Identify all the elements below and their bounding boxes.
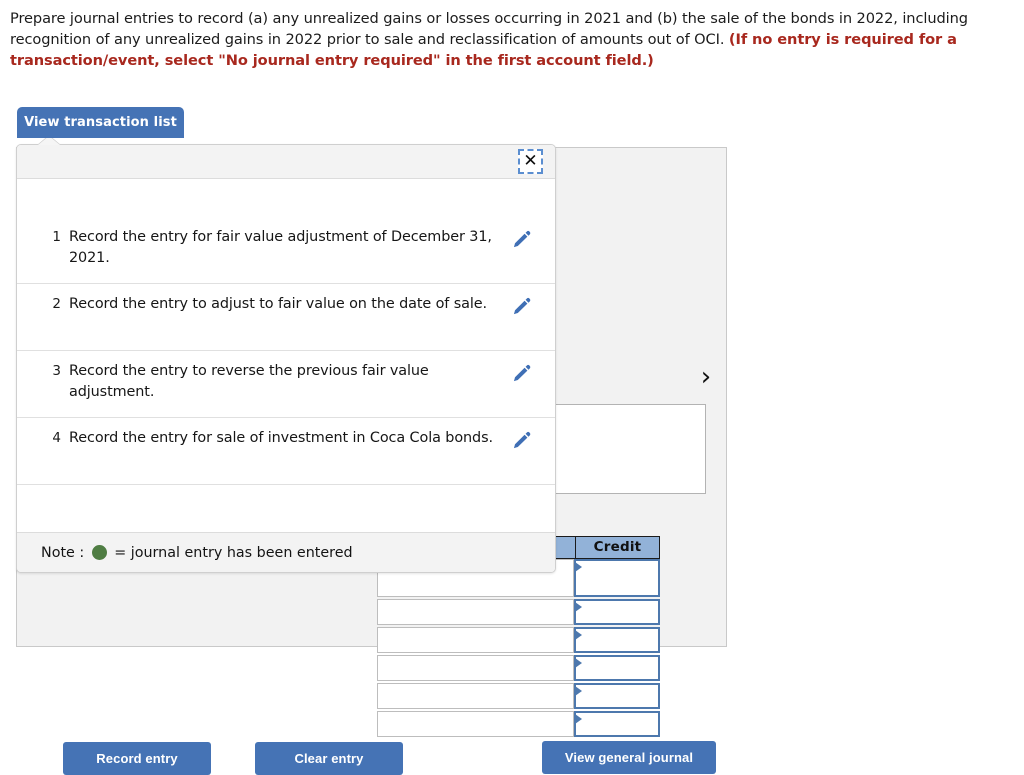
transaction-number: 1 — [52, 229, 61, 245]
transaction-number: 2 — [52, 296, 61, 312]
close-glyph: ✕ — [523, 151, 538, 171]
transaction-list-popup: ✕ 1 Record the entry for fair value adjus… — [16, 144, 556, 573]
tab-view-transaction-list[interactable]: View transaction list — [17, 107, 184, 138]
cell-marker-icon — [575, 714, 582, 724]
journal-cell-credit[interactable] — [574, 599, 660, 625]
transaction-description: Record the entry for fair value adjustme… — [69, 229, 492, 266]
journal-cell-account[interactable] — [377, 627, 574, 653]
journal-cell-credit[interactable] — [574, 627, 660, 653]
transaction-description: Record the entry to reverse the previous… — [69, 363, 429, 400]
table-row — [377, 599, 660, 625]
green-dot-icon — [92, 545, 108, 560]
pencil-icon[interactable] — [511, 295, 533, 317]
journal-cell-account[interactable] — [377, 599, 574, 625]
journal-cell-account[interactable] — [377, 683, 574, 709]
cell-marker-icon — [575, 686, 582, 696]
cell-marker-icon — [575, 602, 582, 612]
note-text: = journal entry has been entered — [114, 544, 353, 561]
transaction-list: 1 Record the entry for fair value adjustm… — [17, 217, 555, 485]
pencil-icon[interactable] — [511, 429, 533, 451]
popup-note: Note : = journal entry has been entered — [17, 532, 555, 572]
list-item[interactable]: 2 Record the entry to adjust to fair valu… — [17, 284, 555, 351]
cell-marker-icon — [575, 562, 582, 572]
clear-entry-button[interactable]: Clear entry — [255, 742, 403, 775]
list-item[interactable]: 3 Record the entry to reverse the previou… — [17, 351, 555, 418]
list-item[interactable]: 4 Record the entry for sale of investment… — [17, 418, 555, 485]
cell-marker-icon — [575, 630, 582, 640]
journal-cell-credit[interactable] — [574, 683, 660, 709]
pencil-icon[interactable] — [511, 362, 533, 384]
note-label: Note : — [41, 544, 85, 561]
table-row — [377, 711, 660, 737]
list-item[interactable]: 1 Record the entry for fair value adjustm… — [17, 217, 555, 284]
table-row — [377, 683, 660, 709]
record-entry-button[interactable]: Record entry — [63, 742, 211, 775]
journal-cell-account[interactable] — [377, 711, 574, 737]
chevron-right-icon[interactable]: › — [695, 362, 717, 392]
popup-top-spacer — [17, 179, 555, 217]
journal-cell-credit[interactable] — [574, 559, 660, 597]
question-prompt: Prepare journal entries to record (a) an… — [10, 8, 1010, 71]
table-row — [377, 627, 660, 653]
view-general-journal-button[interactable]: View general journal — [542, 741, 716, 774]
transaction-number: 4 — [52, 430, 61, 446]
journal-cell-credit[interactable] — [574, 711, 660, 737]
cell-marker-icon — [575, 658, 582, 668]
transaction-description: Record the entry for sale of investment … — [69, 430, 493, 446]
popup-header: ✕ — [17, 145, 555, 179]
close-icon[interactable]: ✕ — [518, 149, 543, 174]
pencil-icon[interactable] — [511, 228, 533, 250]
transaction-description: Record the entry to adjust to fair value… — [69, 296, 487, 312]
column-header-credit: Credit — [575, 536, 660, 559]
transaction-number: 3 — [52, 363, 61, 379]
